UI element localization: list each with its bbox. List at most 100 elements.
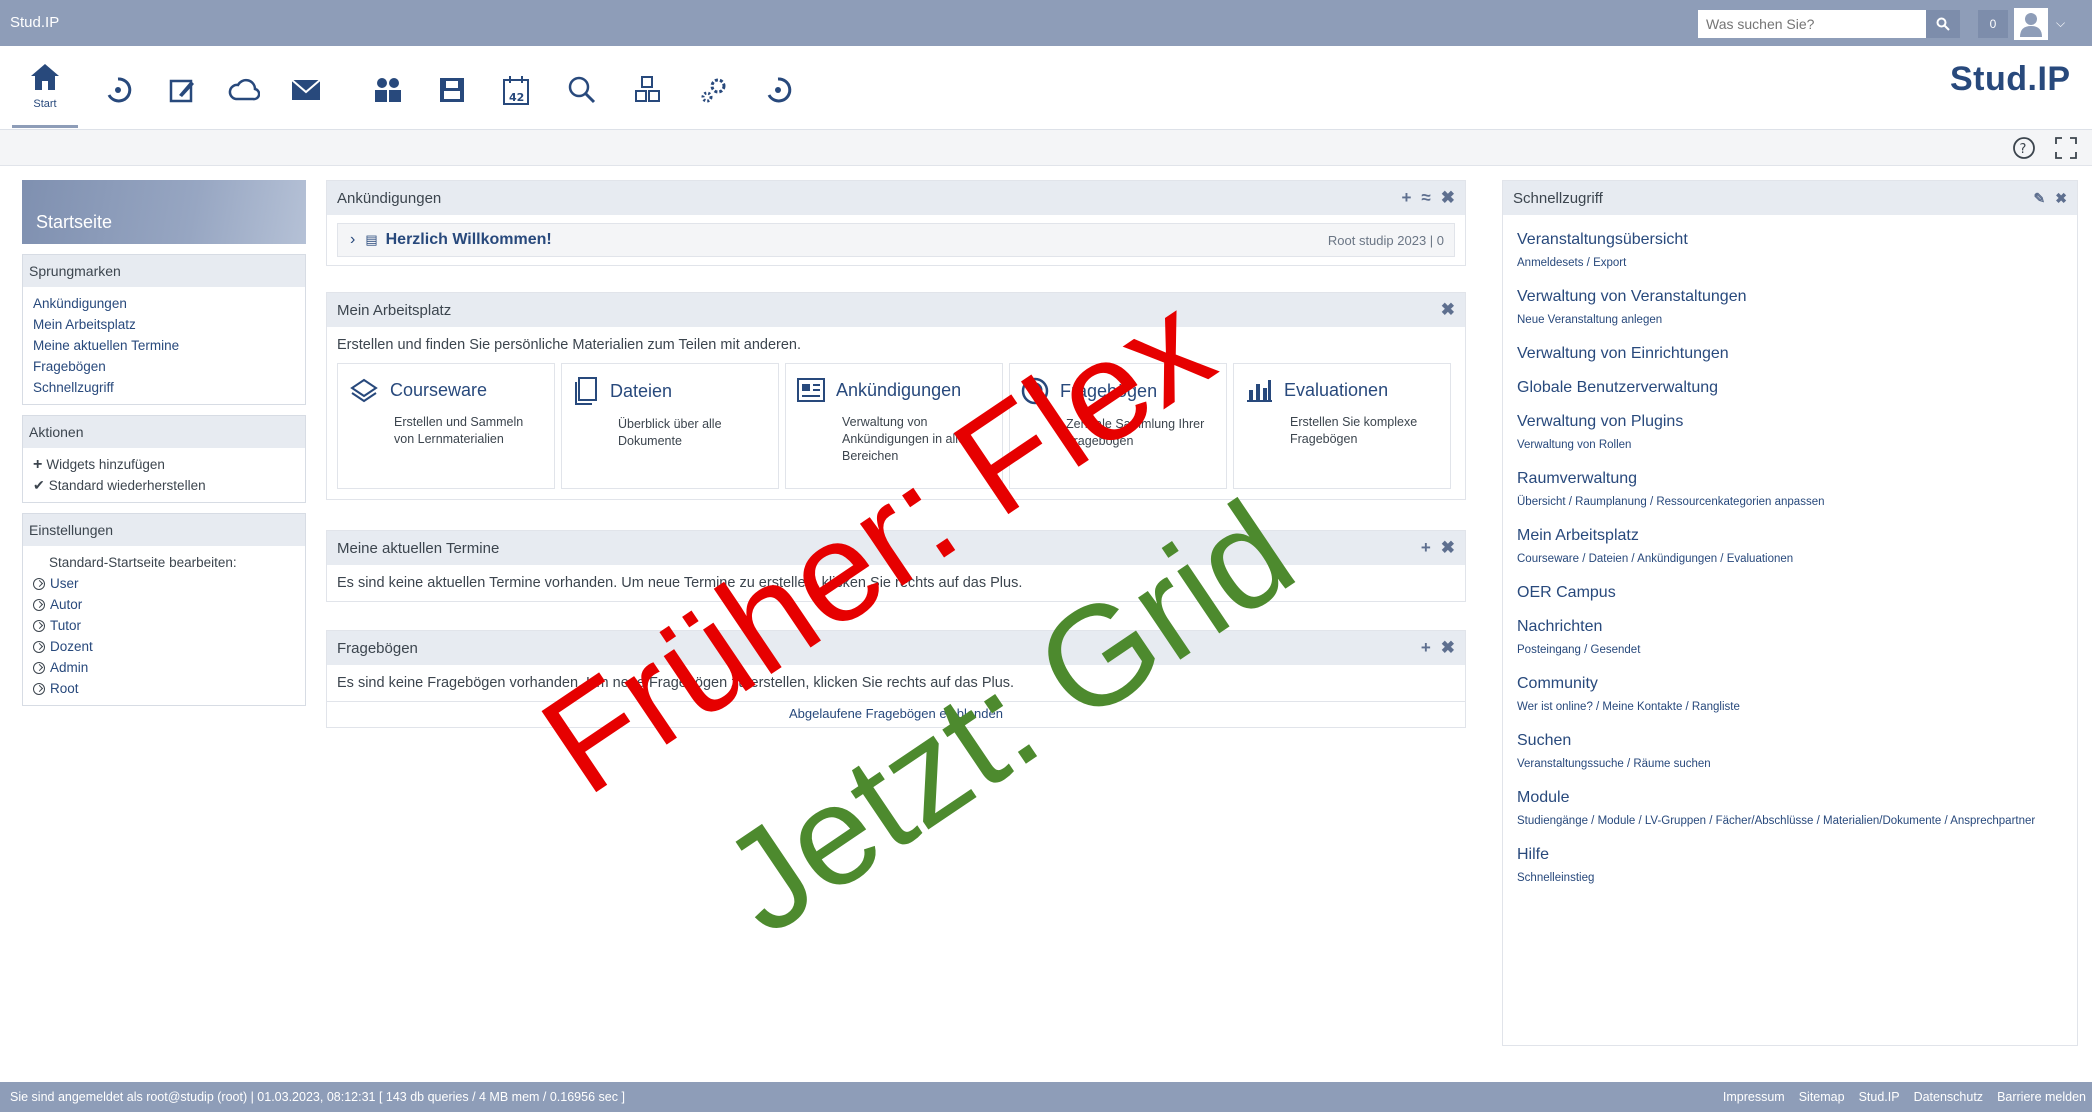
tile-name: Ankündigungen — [836, 379, 962, 400]
user-icon — [2020, 13, 2042, 37]
quick-item-title[interactable]: OER Campus — [1517, 584, 2063, 602]
role-option-dozent[interactable]: Dozent — [33, 636, 305, 657]
nav-workspace[interactable] — [160, 68, 204, 112]
quick-item-title[interactable]: Community — [1517, 675, 2063, 693]
restore-default-action[interactable]: ✔ Standard wiederherstellen — [33, 475, 305, 496]
quick-item: Module Studiengänge / Module / LV-Gruppen… — [1503, 789, 2077, 830]
nav-search[interactable] — [560, 68, 604, 112]
quick-item-sub[interactable]: Schnelleinstieg — [1517, 870, 2063, 887]
search-button[interactable] — [1926, 10, 1960, 38]
rss-icon[interactable]: ≈ — [1421, 188, 1430, 208]
close-icon[interactable]: ✖ — [1441, 638, 1455, 658]
top-bar: Stud.IP 0 ⌵ — [0, 0, 2092, 46]
role-option-autor[interactable]: Autor — [33, 594, 305, 615]
quick-item-sub[interactable]: Verwaltung von Rollen — [1517, 437, 2063, 454]
tile-desc: Überblick über alle Dokumente — [618, 417, 722, 448]
footer-link-privacy[interactable]: Datenschutz — [1914, 1090, 1983, 1104]
quick-item-sub[interactable]: Anmeldesets / Export — [1517, 255, 2063, 272]
close-icon[interactable]: ✖ — [1441, 300, 1455, 320]
quick-item: Globale Benutzerverwaltung — [1503, 379, 2077, 397]
quick-item-title[interactable]: Nachrichten — [1517, 618, 2063, 636]
footer-link-impressum[interactable]: Impressum — [1723, 1090, 1785, 1104]
nav-community[interactable] — [366, 68, 410, 112]
quick-item-sub[interactable]: Veranstaltungssuche / Räume suchen — [1517, 756, 2063, 773]
quick-item: Nachrichten Posteingang / Gesendet — [1503, 618, 2077, 659]
tile-desc: Erstellen und Sammeln von Lernmaterialie… — [394, 415, 524, 446]
edit-icon[interactable]: ✎ — [2034, 190, 2046, 207]
role-option-tutor[interactable]: Tutor — [33, 615, 305, 636]
role-option-root[interactable]: Root — [33, 678, 305, 699]
quick-access-widget: Schnellzugriff ✎ ✖ Veranstaltungsübersic… — [1502, 180, 2078, 1046]
nav-community-start[interactable] — [222, 68, 266, 112]
settings-label: Standard-Startseite bearbeiten: — [49, 555, 237, 570]
jump-link[interactable]: Fragebögen — [33, 356, 305, 377]
quick-item-title[interactable]: Suchen — [1517, 732, 2063, 750]
jump-link[interactable]: Ankündigungen — [33, 293, 305, 314]
quick-item-title[interactable]: Mein Arbeitsplatz — [1517, 527, 2063, 545]
quick-item-title[interactable]: Hilfe — [1517, 846, 2063, 864]
announcement-item[interactable]: › ▤ Herzlich Willkommen! Root studip 202… — [337, 223, 1455, 257]
nav-messages[interactable] — [284, 68, 328, 112]
avatar[interactable] — [2014, 8, 2048, 40]
footer-link-sitemap[interactable]: Sitemap — [1799, 1090, 1845, 1104]
quick-item-sub[interactable]: Courseware / Dateien / Ankündigungen / E… — [1517, 551, 2063, 568]
nav-admin[interactable] — [692, 68, 736, 112]
quick-item-title[interactable]: Verwaltung von Einrichtungen — [1517, 345, 2063, 363]
jump-link[interactable]: Mein Arbeitsplatz — [33, 314, 305, 335]
nav-calendar[interactable]: 42 — [494, 68, 538, 112]
plus-icon[interactable]: + — [1421, 538, 1431, 558]
restore-default-label: Standard wiederherstellen — [48, 478, 206, 493]
logo-text: Stud.IP — [1950, 60, 2071, 98]
tile-evaluations[interactable]: Evaluationen Erstellen Sie komplexe Frag… — [1233, 363, 1451, 489]
role-option-admin[interactable]: Admin — [33, 657, 305, 678]
sidebar: Startseite Sprungmarken Ankündigungen Me… — [22, 180, 306, 706]
plus-icon[interactable]: + — [1401, 188, 1411, 208]
quick-item-title[interactable]: Veranstaltungsübersicht — [1517, 231, 2063, 249]
quick-item-title[interactable]: Verwaltung von Veranstaltungen — [1517, 288, 2063, 306]
site-name[interactable]: Stud.IP — [10, 14, 59, 31]
quick-item: Raumverwaltung Übersicht / Raumplanung / … — [1503, 470, 2077, 511]
jump-link[interactable]: Schnellzugriff — [33, 377, 305, 398]
quick-access-title: Schnellzugriff — [1513, 189, 1603, 207]
dates-title: Meine aktuellen Termine — [337, 539, 500, 557]
quick-item: OER Campus — [1503, 584, 2077, 602]
footer-link-studip[interactable]: Stud.IP — [1859, 1090, 1900, 1104]
quick-item-sub[interactable]: Studiengänge / Module / LV-Gruppen / Fäc… — [1517, 813, 2063, 830]
add-widgets-action[interactable]: + Widgets hinzufügen — [33, 454, 305, 475]
jump-link[interactable]: Meine aktuellen Termine — [33, 335, 305, 356]
quick-item-sub[interactable]: Übersicht / Raumplanung / Ressourcenkate… — [1517, 494, 2063, 511]
plus-icon[interactable]: + — [1421, 638, 1431, 658]
close-icon[interactable]: ✖ — [2055, 190, 2067, 207]
jump-marks-box: Sprungmarken Ankündigungen Mein Arbeitsp… — [22, 254, 306, 405]
quick-item-title[interactable]: Globale Benutzerverwaltung — [1517, 379, 2063, 397]
quick-item-sub[interactable]: Neue Veranstaltung anlegen — [1517, 312, 2063, 329]
studip-logo[interactable]: Stud.IP — [1950, 60, 2071, 99]
sidebar-title: Startseite — [22, 180, 306, 244]
tile-courseware[interactable]: Courseware Erstellen und Sammeln von Ler… — [337, 363, 555, 489]
role-option-user[interactable]: User — [33, 573, 305, 594]
close-icon[interactable]: ✖ — [1441, 188, 1455, 208]
quick-item-title[interactable]: Verwaltung von Plugins — [1517, 413, 2063, 431]
footer-link-report-barrier[interactable]: Barriere melden — [1997, 1090, 2086, 1104]
nav-courses[interactable] — [96, 68, 140, 112]
nav-profile[interactable] — [430, 68, 474, 112]
close-icon[interactable]: ✖ — [1441, 538, 1455, 558]
nav-help[interactable] — [756, 68, 800, 112]
quick-item-title[interactable]: Module — [1517, 789, 2063, 807]
nav-start[interactable]: Start — [12, 62, 78, 128]
cloud-icon — [228, 78, 260, 101]
nav-tools[interactable] — [626, 68, 670, 112]
fullscreen-icon[interactable] — [2054, 136, 2078, 160]
tile-files[interactable]: Dateien Überblick über alle Dokumente — [561, 363, 779, 489]
add-widgets-label: Widgets hinzufügen — [46, 457, 165, 472]
quick-item-sub[interactable]: Wer ist online? / Meine Kontakte / Rangl… — [1517, 699, 2063, 716]
check-icon: ✔ — [33, 477, 45, 493]
quick-item-sub[interactable]: Posteingang / Gesendet — [1517, 642, 2063, 659]
search-input[interactable] — [1698, 10, 1926, 38]
chevron-down-icon[interactable]: ⌵ — [2056, 16, 2065, 31]
quick-item-title[interactable]: Raumverwaltung — [1517, 470, 2063, 488]
help-icon[interactable]: ? — [2012, 136, 2036, 160]
notification-count[interactable]: 0 — [1978, 10, 2008, 38]
calendar-icon: 42 — [503, 76, 529, 105]
tile-desc: Erstellen Sie komplexe Fragebögen — [1290, 415, 1418, 446]
